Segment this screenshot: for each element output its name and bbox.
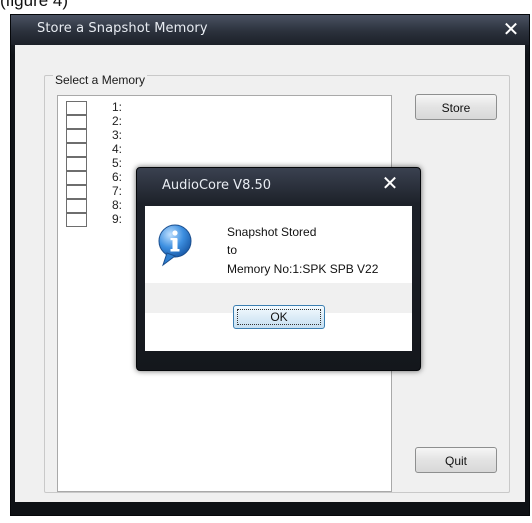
message-line-1: Snapshot Stored: [227, 225, 317, 239]
message-line-3: Memory No:1:SPK SPB V22: [227, 262, 379, 276]
memory-item-4[interactable]: 4:: [58, 142, 391, 157]
memory-label-5: 5:: [112, 156, 123, 170]
message-box-body: Snapshot Stored to Memory No:1:SPK SPB V…: [145, 206, 412, 351]
store-button[interactable]: Store: [415, 94, 497, 120]
memory-item-1[interactable]: 1:: [58, 100, 391, 115]
memory-checkbox-2[interactable]: [66, 115, 87, 129]
window-close-icon[interactable]: ✕: [499, 17, 523, 41]
page-caption: (figure 4): [0, 0, 69, 10]
memory-checkbox-4[interactable]: [66, 143, 87, 157]
ok-button[interactable]: OK: [233, 305, 325, 329]
memory-label-8: 8:: [112, 198, 123, 212]
memory-item-3[interactable]: 3:: [58, 128, 391, 143]
memory-label-1: 1:: [112, 100, 123, 114]
memory-label-9: 9:: [112, 212, 123, 226]
window-titlebar[interactable]: Store a Snapshot Memory ✕: [11, 15, 529, 45]
memory-checkbox-1[interactable]: [66, 101, 87, 115]
message-box: AudioCore V8.50 ✕ Snapshot Stored to Mem…: [136, 167, 421, 371]
memory-label-3: 3:: [112, 128, 123, 142]
memory-checkbox-3[interactable]: [66, 129, 87, 143]
memory-checkbox-9[interactable]: [66, 213, 87, 227]
memory-label-4: 4:: [112, 142, 123, 156]
window-title: Store a Snapshot Memory: [37, 21, 208, 36]
memory-checkbox-8[interactable]: [66, 199, 87, 213]
memory-label-2: 2:: [112, 114, 123, 128]
info-icon: [158, 224, 192, 267]
message-line-2: to: [227, 243, 238, 257]
quit-button[interactable]: Quit: [415, 447, 497, 473]
message-box-close-icon[interactable]: ✕: [378, 171, 402, 195]
memory-checkbox-5[interactable]: [66, 157, 87, 171]
memory-label-7: 7:: [112, 184, 123, 198]
memory-checkbox-6[interactable]: [66, 171, 87, 185]
memory-checkbox-7[interactable]: [66, 185, 87, 199]
memory-label-6: 6:: [112, 170, 123, 184]
memory-item-2[interactable]: 2:: [58, 114, 391, 129]
memory-group-label: Select a Memory: [53, 73, 148, 87]
message-box-title: AudioCore V8.50: [162, 178, 272, 193]
